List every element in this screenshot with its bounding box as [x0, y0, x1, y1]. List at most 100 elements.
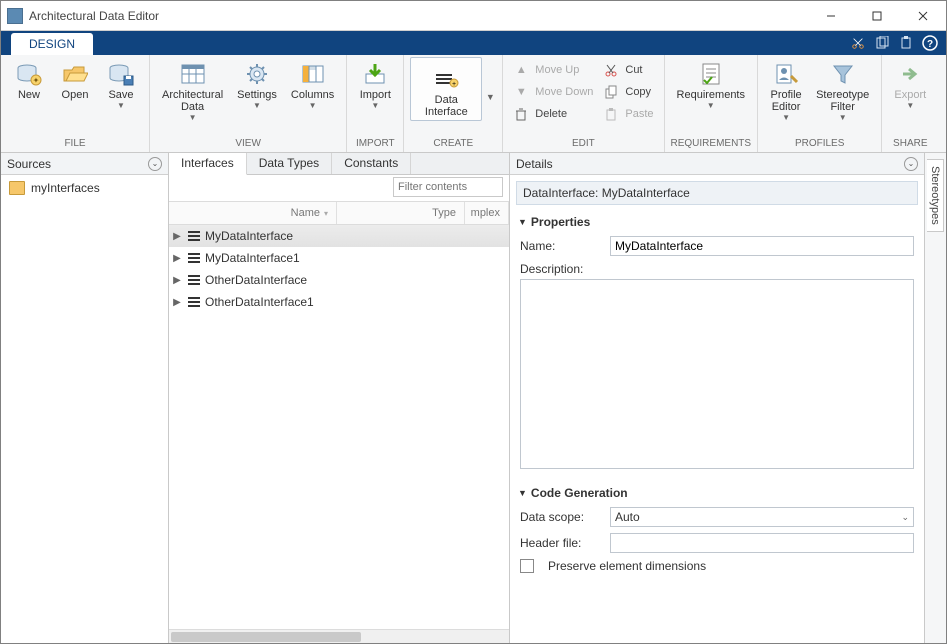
- expand-icon[interactable]: ▶: [169, 231, 185, 242]
- profile-icon: [772, 61, 800, 87]
- help-icon[interactable]: ?: [922, 35, 938, 51]
- group-create: + Data Interface ▼ CREATE: [404, 55, 503, 152]
- database-save-icon: [107, 61, 135, 87]
- import-button[interactable]: Import ▼: [353, 57, 397, 112]
- minimize-button[interactable]: [808, 1, 854, 31]
- table-row[interactable]: ▶ OtherDataInterface1: [169, 291, 509, 313]
- create-dropdown[interactable]: ▼: [484, 62, 496, 132]
- name-label: Name:: [520, 239, 602, 253]
- header-file-input[interactable]: [610, 533, 914, 553]
- move-up-button[interactable]: ▲Move Up: [509, 59, 597, 81]
- paste-icon: [603, 106, 619, 122]
- tabs: Interfaces Data Types Constants: [169, 153, 509, 175]
- preserve-label: Preserve element dimensions: [548, 559, 706, 573]
- chevron-down-icon: ▼: [839, 113, 847, 122]
- details-panel: Details ⌄ DataInterface: MyDataInterface…: [510, 153, 924, 643]
- group-profiles: Profile Editor ▼ Stereotype Filter ▼ PRO…: [758, 55, 882, 152]
- table-row[interactable]: ▶ MyDataInterface1: [169, 247, 509, 269]
- col-name[interactable]: Name▾: [169, 202, 337, 224]
- expand-icon[interactable]: ▶: [169, 275, 185, 286]
- chevron-down-icon: ▼: [117, 101, 125, 110]
- right-rail: Stereotypes: [924, 153, 946, 643]
- group-share: Export ▼ SHARE: [882, 55, 938, 152]
- svg-text:?: ?: [927, 39, 933, 50]
- data-scope-label: Data scope:: [520, 510, 602, 524]
- chevron-down-icon: ▼: [371, 101, 379, 110]
- collapse-icon[interactable]: ⌄: [904, 157, 918, 171]
- cut-button[interactable]: Cut: [599, 59, 657, 81]
- maximize-button[interactable]: [854, 1, 900, 31]
- chevron-down-icon: ▼: [782, 113, 790, 122]
- data-interface-button[interactable]: + Data Interface: [410, 57, 482, 121]
- import-arrow-icon: [361, 61, 389, 87]
- paste-icon[interactable]: [898, 35, 914, 51]
- copy-button[interactable]: Copy: [599, 81, 657, 103]
- interface-icon: +: [432, 66, 460, 92]
- col-mplex[interactable]: mplex: [465, 202, 509, 224]
- ribbon-tabstrip: DESIGN ?: [1, 31, 946, 55]
- scissors-icon[interactable]: [850, 35, 866, 51]
- grid-body: ▶ MyDataInterface ▶ MyDataInterface1 ▶ O…: [169, 225, 509, 629]
- delete-button[interactable]: Delete: [509, 103, 597, 125]
- copy-icon: [603, 84, 619, 100]
- move-down-button[interactable]: ▼Move Down: [509, 81, 597, 103]
- table-row[interactable]: ▶ OtherDataInterface: [169, 269, 509, 291]
- folder-icon: [9, 181, 25, 195]
- stereotypes-tab[interactable]: Stereotypes: [927, 159, 944, 232]
- table-row[interactable]: ▶ MyDataInterface: [169, 225, 509, 247]
- description-textarea[interactable]: [520, 279, 914, 469]
- columns-icon: [299, 61, 327, 87]
- interface-row-icon: [185, 229, 203, 243]
- chevron-down-icon: ⌄: [901, 512, 909, 523]
- stereotype-filter-button[interactable]: Stereotype Filter ▼: [810, 57, 875, 124]
- columns-button[interactable]: Columns ▼: [285, 57, 340, 112]
- sources-header: Sources ⌄: [1, 153, 168, 175]
- name-input[interactable]: [610, 236, 914, 256]
- new-button[interactable]: ✦ New: [7, 57, 51, 103]
- tab-design[interactable]: DESIGN: [11, 33, 93, 55]
- filter-input[interactable]: [393, 177, 503, 197]
- section-codegen[interactable]: Code Generation: [510, 482, 924, 504]
- group-view: Architectural Data ▼ Settings ▼ Columns …: [150, 55, 347, 152]
- data-scope-select[interactable]: Auto ⌄: [610, 507, 914, 527]
- paste-button[interactable]: Paste: [599, 103, 657, 125]
- ribbon: ✦ New Open Save ▼ FILE Archi: [1, 55, 946, 153]
- header-file-label: Header file:: [520, 536, 602, 550]
- chevron-down-icon: ▼: [253, 101, 261, 110]
- trash-icon: [513, 106, 529, 122]
- folder-open-icon: [61, 61, 89, 87]
- titlebar: Architectural Data Editor: [1, 1, 946, 31]
- svg-text:+: +: [452, 81, 456, 88]
- expand-icon[interactable]: ▶: [169, 253, 185, 264]
- collapse-icon[interactable]: ⌄: [148, 157, 162, 171]
- chevron-down-icon: ▼: [189, 113, 197, 122]
- horizontal-scrollbar[interactable]: [169, 629, 509, 643]
- interface-row-icon: [185, 295, 203, 309]
- expand-icon[interactable]: ▶: [169, 297, 185, 308]
- col-type[interactable]: Type: [337, 202, 465, 224]
- chevron-down-icon: ▼: [906, 101, 914, 110]
- close-button[interactable]: [900, 1, 946, 31]
- group-import: Import ▼ IMPORT: [347, 55, 404, 152]
- save-button[interactable]: Save ▼: [99, 57, 143, 112]
- source-item[interactable]: myInterfaces: [1, 175, 168, 201]
- svg-text:✦: ✦: [33, 76, 40, 85]
- section-properties[interactable]: Properties: [510, 211, 924, 233]
- tab-data-types[interactable]: Data Types: [247, 153, 332, 174]
- app-icon: [7, 8, 23, 24]
- requirements-button[interactable]: Requirements ▼: [671, 57, 751, 112]
- export-button[interactable]: Export ▼: [888, 57, 932, 112]
- copy-icon[interactable]: [874, 35, 890, 51]
- preserve-checkbox[interactable]: [520, 559, 534, 573]
- checklist-icon: [697, 61, 725, 87]
- tab-interfaces[interactable]: Interfaces: [169, 153, 247, 175]
- export-arrow-icon: [896, 61, 924, 87]
- sources-panel: Sources ⌄ myInterfaces: [1, 153, 169, 643]
- profile-editor-button[interactable]: Profile Editor ▼: [764, 57, 808, 124]
- tab-constants[interactable]: Constants: [332, 153, 411, 174]
- group-edit: ▲Move Up ▼Move Down Delete Cut Copy Past…: [503, 55, 664, 152]
- architectural-data-button[interactable]: Architectural Data ▼: [156, 57, 229, 124]
- data-grid-icon: [179, 61, 207, 87]
- settings-button[interactable]: Settings ▼: [231, 57, 283, 112]
- open-button[interactable]: Open: [53, 57, 97, 103]
